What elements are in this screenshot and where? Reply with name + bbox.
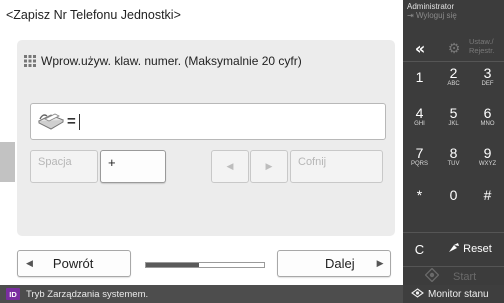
- plus-button[interactable]: +: [100, 150, 166, 183]
- reset-button[interactable]: Reset: [436, 234, 504, 264]
- logout-link[interactable]: ⇥ Wyloguj się: [407, 11, 457, 20]
- navigation-row: ◀ Powrót Dalej ▶: [17, 250, 395, 277]
- key-star[interactable]: *: [403, 180, 436, 210]
- progress-bar: [145, 262, 265, 268]
- settings-label-1: Ustaw./: [469, 37, 494, 46]
- app-window: <Zapisz Nr Telefonu Jednostki> Wprow.uży…: [0, 0, 504, 303]
- text-caret: [78, 113, 80, 130]
- clear-button[interactable]: C: [403, 234, 436, 264]
- id-badge: ID: [6, 288, 20, 300]
- collapse-icon[interactable]: «: [407, 36, 433, 61]
- reset-icon: [448, 242, 460, 256]
- triangle-right-icon: ▶: [376, 258, 384, 268]
- back-label: Powrót: [52, 256, 94, 271]
- side-top-keys: « ⚙ Ustaw./ Rejestr.: [403, 36, 504, 61]
- triangle-left-icon: ◀: [226, 161, 234, 171]
- input-prefix: =: [67, 113, 76, 130]
- key-4[interactable]: 4 GHI: [403, 102, 436, 132]
- gear-icon[interactable]: ⚙: [443, 38, 465, 60]
- status-monitor-button[interactable]: Monitor stanu: [403, 285, 504, 303]
- status-message-area: ID Tryb Zarządzania systemem.: [0, 288, 148, 300]
- main-screen: <Zapisz Nr Telefonu Jednostki> Wprow.uży…: [0, 0, 403, 285]
- key-0[interactable]: 0: [437, 180, 470, 210]
- key-hash[interactable]: #: [471, 180, 504, 210]
- keypad-icon: [23, 54, 37, 68]
- side-tab: [0, 142, 15, 182]
- user-info: Administrator ⇥ Wyloguj się: [407, 2, 457, 20]
- settings-label-2: Rejestr.: [469, 46, 495, 55]
- start-button[interactable]: Start: [403, 267, 504, 286]
- key-2[interactable]: 2 ABC: [437, 62, 470, 92]
- start-icon: [424, 267, 440, 286]
- panel-header-label: Wprow.używ. klaw. numer. (Maksymalnie 20…: [41, 54, 302, 68]
- triangle-right-icon: ▶: [265, 161, 273, 171]
- space-button[interactable]: Spacja: [30, 150, 98, 183]
- key-1[interactable]: 1: [403, 62, 436, 92]
- logout-icon: ⇥: [407, 11, 414, 20]
- input-key-row: Spacja + ◀ ▶ Cofnij: [30, 150, 390, 183]
- separator: [403, 266, 504, 267]
- fax-icon: [37, 110, 65, 134]
- reset-label: Reset: [463, 243, 492, 255]
- key-9[interactable]: 9 WXYZ: [471, 142, 504, 172]
- separator: [403, 232, 504, 233]
- next-button[interactable]: Dalej ▶: [277, 250, 391, 277]
- cursor-left-button[interactable]: ◀: [211, 150, 249, 183]
- page-title: <Zapisz Nr Telefonu Jednostki>: [6, 8, 181, 22]
- start-label: Start: [453, 270, 477, 283]
- fax-number-input[interactable]: =: [30, 103, 386, 140]
- key-6[interactable]: 6 MNO: [471, 102, 504, 132]
- logout-label: Wyloguj się: [415, 11, 457, 20]
- side-panel: Administrator ⇥ Wyloguj się « ⚙ Ustaw./ …: [403, 0, 504, 285]
- status-message: Tryb Zarządzania systemem.: [26, 288, 149, 300]
- backspace-button[interactable]: Cofnij: [290, 150, 383, 183]
- next-label: Dalej: [325, 256, 355, 271]
- monitor-icon: [411, 287, 424, 301]
- status-bar: ID Tryb Zarządzania systemem. Monitor st…: [0, 285, 504, 303]
- key-7[interactable]: 7 PQRS: [403, 142, 436, 172]
- back-button[interactable]: ◀ Powrót: [17, 250, 131, 277]
- key-3[interactable]: 3 DEF: [471, 62, 504, 92]
- entry-panel: Wprow.używ. klaw. numer. (Maksymalnie 20…: [17, 40, 395, 236]
- key-5[interactable]: 5 JKL: [437, 102, 470, 132]
- panel-header: Wprow.używ. klaw. numer. (Maksymalnie 20…: [23, 54, 302, 68]
- monitor-label: Monitor stanu: [428, 288, 489, 300]
- settings-button[interactable]: Ustaw./ Rejestr.: [469, 37, 494, 55]
- progress-fill: [146, 263, 200, 267]
- cursor-right-button[interactable]: ▶: [250, 150, 288, 183]
- user-name: Administrator: [407, 2, 455, 11]
- triangle-left-icon: ◀: [26, 258, 33, 268]
- key-8[interactable]: 8 TUV: [437, 142, 470, 172]
